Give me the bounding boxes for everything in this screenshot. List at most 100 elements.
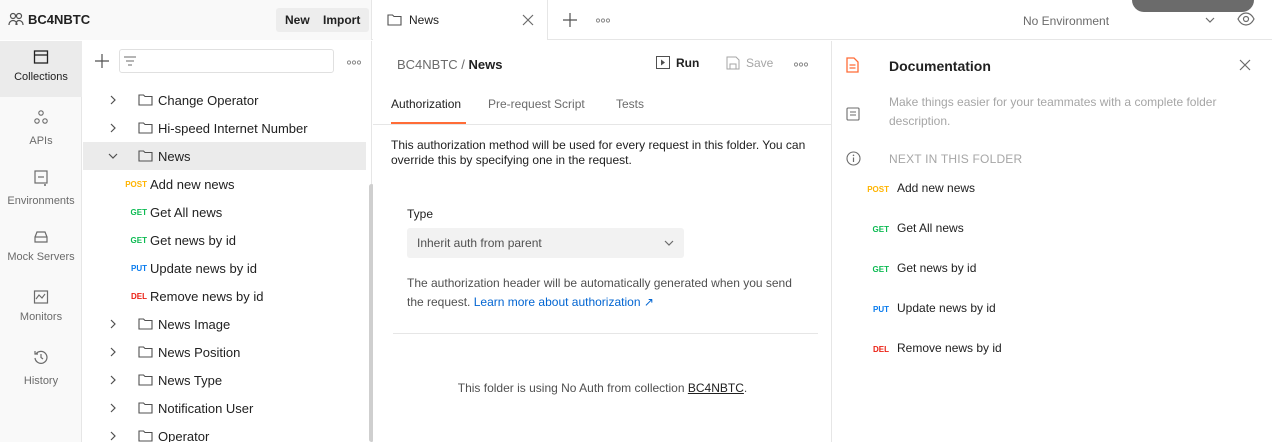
method-badge: DEL (873, 345, 889, 354)
rail-item-environments[interactable]: Environments (0, 161, 82, 217)
comments-icon[interactable] (846, 107, 860, 121)
tree-request[interactable]: PUT Update news by id (83, 254, 366, 282)
run-label: Run (676, 56, 700, 70)
chevron-down-icon (108, 153, 118, 159)
collection-link[interactable]: BC4NBTC (688, 381, 744, 395)
collections-icon (33, 49, 49, 65)
sidebar-toolbar (83, 41, 372, 85)
docs-description[interactable]: Make things easier for your teammates wi… (889, 93, 1259, 131)
new-tab-plus-icon[interactable] (563, 13, 577, 27)
method-badge: POST (867, 185, 889, 194)
add-collection-plus-icon[interactable] (95, 54, 109, 68)
workspace-name[interactable]: BC4NBTC (28, 12, 90, 27)
method-badge: DEL (131, 292, 147, 301)
tree-folder[interactable]: Hi-speed Internet Number (83, 114, 366, 142)
play-icon (656, 56, 670, 69)
environments-icon (33, 169, 49, 187)
sidebar-more-icon[interactable] (347, 60, 361, 65)
editor-more-icon[interactable] (794, 62, 808, 67)
method-badge: PUT (873, 305, 889, 314)
tree-folder[interactable]: Change Operator (83, 86, 366, 114)
rail-item-mock-servers[interactable]: Mock Servers (0, 221, 82, 277)
rail-label: Environments (7, 195, 75, 207)
folder-label: Change Operator (158, 93, 259, 108)
tree-request[interactable]: POST Add new news (83, 170, 366, 198)
tree-folder-news[interactable]: News (83, 142, 366, 170)
more-icon[interactable] (596, 18, 610, 23)
request-label: Add new news (150, 177, 235, 192)
close-icon[interactable] (1239, 59, 1251, 71)
close-icon[interactable] (522, 14, 534, 26)
rail-item-apis[interactable]: APIs (0, 101, 82, 157)
new-button[interactable]: New (276, 8, 319, 32)
folder-icon (138, 317, 153, 330)
tree-request[interactable]: DEL Remove news by id (83, 282, 366, 310)
editor-tabs: Authorization Pre-request Script Tests (373, 89, 831, 125)
rail-item-monitors[interactable]: Monitors (0, 281, 82, 337)
folder-icon (138, 149, 153, 162)
folder-icon (138, 345, 153, 358)
chevron-right-icon (110, 95, 116, 105)
type-label: Type (407, 207, 434, 221)
tab-pre-request-script[interactable]: Pre-request Script (488, 97, 585, 111)
method-badge: GET (872, 225, 889, 234)
tab-tests[interactable]: Tests (616, 97, 644, 111)
filter-input[interactable] (119, 49, 334, 73)
request-label: Update news by id (150, 261, 257, 276)
tree-folder[interactable]: Notification User (83, 394, 366, 422)
auth-description: This authorization method will be used f… (391, 138, 806, 167)
auth-note: The authorization header will be automat… (407, 274, 807, 312)
apis-icon (33, 109, 49, 127)
import-button[interactable]: Import (314, 8, 370, 32)
request-label: Remove news by id (150, 289, 264, 304)
method-badge: POST (125, 180, 147, 189)
noauth-message: This folder is using No Auth from collec… (373, 381, 832, 395)
learn-more-link[interactable]: Learn more about authorization ↗ (474, 295, 654, 309)
docs-request[interactable]: GET Get All news (855, 221, 1055, 241)
request-label: Get news by id (897, 261, 977, 275)
tab-authorization[interactable]: Authorization (391, 97, 461, 111)
tree-folder[interactable]: News Image (83, 310, 366, 338)
chevron-right-icon (110, 375, 116, 385)
environment-label: No Environment (1023, 14, 1110, 28)
docs-request[interactable]: GET Get news by id (855, 261, 1055, 281)
tree-folder[interactable]: News Type (83, 366, 366, 394)
request-label: Get All news (897, 221, 964, 235)
docs-request[interactable]: DEL Remove news by id (855, 341, 1055, 361)
folder-icon (138, 373, 153, 386)
rail-item-collections[interactable]: Collections (0, 41, 82, 97)
tree-folder[interactable]: News Position (83, 338, 366, 366)
rail-label: History (23, 375, 59, 387)
tab-label: News (409, 13, 440, 27)
chevron-right-icon (110, 431, 116, 441)
eye-icon[interactable] (1237, 12, 1255, 26)
chevron-right-icon (110, 347, 116, 357)
info-icon[interactable] (846, 151, 861, 166)
tree-folder[interactable]: Operator (83, 422, 366, 442)
auth-type-value: Inherit auth from parent (417, 236, 542, 250)
request-label: Get All news (150, 205, 223, 220)
chevron-down-icon (664, 240, 674, 246)
folder-label: News Position (158, 345, 241, 360)
auth-type-select[interactable]: Inherit auth from parent (407, 228, 684, 258)
documentation-icon[interactable] (846, 57, 859, 73)
collections-sidebar: Change Operator Hi-speed Internet Number… (83, 41, 374, 442)
environment-selector[interactable]: No Environment (1011, 8, 1226, 32)
breadcrumb-parent[interactable]: BC4NBTC / (397, 57, 465, 72)
chevron-right-icon (110, 123, 116, 133)
history-icon (33, 349, 49, 365)
chevron-right-icon (110, 403, 116, 413)
folder-label: Notification User (158, 401, 254, 416)
tree-request[interactable]: GET Get news by id (83, 226, 366, 254)
tab-news[interactable]: News (373, 0, 548, 40)
noauth-text: This folder is using No Auth from collec… (457, 381, 685, 395)
tree-request[interactable]: GET Get All news (83, 198, 366, 226)
method-badge: GET (872, 265, 889, 274)
rail-item-history[interactable]: History (0, 341, 82, 397)
docs-request[interactable]: PUT Update news by id (855, 301, 1055, 321)
docs-request[interactable]: POST Add new news (855, 181, 1055, 201)
request-label: Get news by id (150, 233, 236, 248)
folder-icon (138, 429, 153, 442)
breadcrumb-current[interactable]: News (469, 57, 503, 72)
divider (393, 333, 818, 334)
